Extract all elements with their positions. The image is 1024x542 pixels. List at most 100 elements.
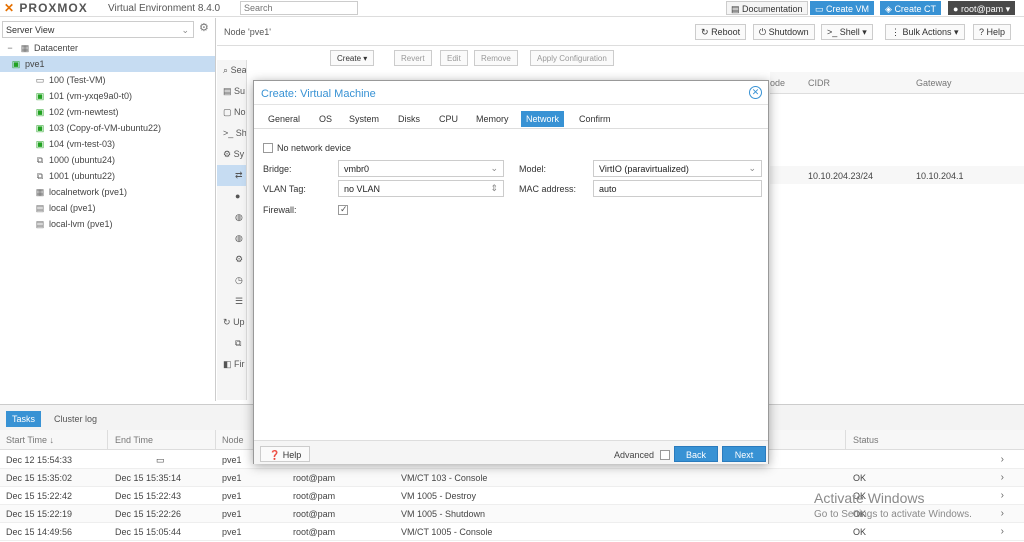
- menu-firewall[interactable]: ◧ Fir: [217, 354, 246, 375]
- chevron-right-icon[interactable]: ›: [1001, 490, 1004, 501]
- refresh-icon: ↻: [223, 317, 231, 327]
- chevron-right-icon[interactable]: ›: [1001, 454, 1004, 465]
- tree-item-storage-local-lvm[interactable]: ▤ local-lvm (pve1): [0, 216, 215, 232]
- tree-item-vm-104[interactable]: ▣ 104 (vm-test-03): [0, 136, 215, 152]
- table-row[interactable]: Dec 15 14:49:56 Dec 15 15:05:44 pve1 roo…: [0, 523, 1024, 541]
- column-node[interactable]: Node: [222, 435, 244, 445]
- remove-button[interactable]: Remove: [474, 50, 518, 66]
- help-button[interactable]: ? Help: [973, 24, 1012, 40]
- apply-configuration-button[interactable]: Apply Configuration: [530, 50, 614, 66]
- storage-icon: ▤: [35, 219, 45, 229]
- edit-button[interactable]: Edit: [440, 50, 468, 66]
- dialog-titlebar[interactable]: Create: Virtual Machine ✕: [254, 81, 768, 105]
- column-divider: [845, 430, 846, 450]
- shutdown-button[interactable]: ⏻ Shutdown: [753, 24, 815, 40]
- column-status[interactable]: Status: [853, 435, 879, 445]
- spinner-icon[interactable]: ⇕: [490, 183, 498, 194]
- tree-item-template-1000[interactable]: ⧉ 1000 (ubuntu24): [0, 152, 215, 168]
- tree-item-localnetwork[interactable]: ▦ localnetwork (pve1): [0, 184, 215, 200]
- tree-item-vm-101[interactable]: ▣ 101 (vm-yxqe9a0-t0): [0, 88, 215, 104]
- search-icon: ⌕: [223, 65, 229, 75]
- menu-repositories[interactable]: ⧉: [217, 333, 246, 354]
- tree-item-vm-103[interactable]: ▣ 103 (Copy-of-VM-ubuntu22): [0, 120, 215, 136]
- tree-item-storage-local[interactable]: ▤ local (pve1): [0, 200, 215, 216]
- column-start-time[interactable]: Start Time ↓: [6, 435, 54, 445]
- menu-shell[interactable]: >_ Sh: [217, 123, 246, 144]
- menu-system[interactable]: ⚙ Sy: [217, 144, 246, 165]
- node-cell: pve1: [222, 491, 242, 501]
- tab-os[interactable]: OS: [314, 111, 337, 127]
- menu-syslog[interactable]: ☰: [217, 291, 246, 312]
- start-time-cell: Dec 15 15:22:42: [6, 491, 73, 501]
- revert-button[interactable]: Revert: [394, 50, 432, 66]
- firewall-checkbox[interactable]: [338, 204, 348, 215]
- column-end-time[interactable]: End Time: [115, 435, 153, 445]
- node-cell: pve1: [222, 509, 242, 519]
- bulk-actions-button[interactable]: ⋮ Bulk Actions ▾: [885, 24, 965, 40]
- menu-network[interactable]: ⇄: [217, 165, 246, 186]
- bridge-select[interactable]: vmbr0 ⌄: [338, 160, 504, 177]
- network-grid-row[interactable]: 10.10.204.23/24 10.10.204.1: [770, 166, 1024, 184]
- menu-time[interactable]: ◷: [217, 270, 246, 291]
- menu-certificates[interactable]: ●: [217, 186, 246, 207]
- server-view-select[interactable]: Server View ⌄: [2, 21, 194, 38]
- firewall-label: Firewall:: [263, 205, 297, 215]
- menu-summary[interactable]: ▤ Su: [217, 81, 246, 102]
- no-network-checkbox[interactable]: [263, 143, 273, 153]
- gear-icon[interactable]: ⚙: [199, 21, 209, 34]
- help-button[interactable]: ❓ Help: [260, 446, 311, 462]
- tab-confirm[interactable]: Confirm: [574, 111, 616, 127]
- menu-notes[interactable]: ▢ No: [217, 102, 246, 123]
- table-row[interactable]: Dec 15 15:35:02 Dec 15 15:35:14 pve1 roo…: [0, 469, 1024, 487]
- collapse-icon[interactable]: −: [4, 40, 16, 56]
- global-search-input[interactable]: [240, 1, 358, 15]
- tab-cluster-log[interactable]: Cluster log: [48, 411, 103, 427]
- menu-hosts[interactable]: ◍: [217, 228, 246, 249]
- cube-icon: ◈: [885, 4, 892, 14]
- advanced-label: Advanced: [614, 450, 655, 460]
- shell-button[interactable]: >_ Shell ▾: [821, 24, 873, 40]
- model-select[interactable]: VirtIO (paravirtualized) ⌄: [593, 160, 762, 177]
- back-button[interactable]: Back: [674, 446, 718, 462]
- advanced-checkbox[interactable]: [660, 450, 670, 460]
- vlan-tag-stepper[interactable]: no VLAN ⇕: [338, 180, 504, 197]
- tree-item-vm-100[interactable]: ▭ 100 (Test-VM): [0, 72, 215, 88]
- tab-system[interactable]: System: [344, 111, 384, 127]
- tab-network[interactable]: Network: [521, 111, 565, 127]
- mac-address-input[interactable]: auto: [593, 180, 762, 197]
- tree-item-datacenter[interactable]: − ▦ Datacenter: [0, 40, 215, 56]
- status-cell: OK: [853, 527, 867, 537]
- close-icon[interactable]: ✕: [749, 86, 762, 99]
- tab-cpu[interactable]: CPU: [434, 111, 463, 127]
- description-cell: VM/CT 1005 - Console: [401, 527, 493, 537]
- menu-options[interactable]: ⚙: [217, 249, 246, 270]
- tab-memory[interactable]: Memory: [471, 111, 514, 127]
- documentation-button[interactable]: ▤ Documentation: [726, 1, 808, 15]
- chevron-right-icon[interactable]: ›: [1001, 526, 1004, 537]
- wizard-tabs: General OS System Disks CPU Memory Netwo…: [254, 109, 768, 129]
- chevron-right-icon[interactable]: ›: [1001, 472, 1004, 483]
- tree-item-pve1[interactable]: ▣ pve1: [0, 56, 215, 72]
- menu-updates[interactable]: ↻ Up: [217, 312, 246, 333]
- tree-item-template-1001[interactable]: ⧉ 1001 (ubuntu22): [0, 168, 215, 184]
- vm-running-icon: ▣: [35, 123, 45, 133]
- tab-disks[interactable]: Disks: [393, 111, 425, 127]
- column-cidr: CIDR: [808, 78, 830, 88]
- tab-tasks[interactable]: Tasks: [6, 411, 42, 427]
- menu-search[interactable]: ⌕ Search: [217, 60, 246, 81]
- column-divider: [215, 430, 216, 450]
- end-time-cell: Dec 15 15:35:14: [115, 473, 182, 483]
- tree-item-vm-102[interactable]: ▣ 102 (vm-newtest): [0, 104, 215, 120]
- create-vm-button[interactable]: ▭ Create VM: [810, 1, 875, 15]
- tab-general[interactable]: General: [263, 111, 305, 127]
- user-menu-button[interactable]: ● root@pam ▾: [948, 1, 1016, 15]
- globe-icon: ◍: [235, 233, 243, 243]
- description-cell: VM/CT 103 - Console: [401, 473, 488, 483]
- reboot-button[interactable]: ↻ Reboot: [695, 24, 747, 40]
- next-button[interactable]: Next: [722, 446, 766, 462]
- chevron-right-icon[interactable]: ›: [1001, 508, 1004, 519]
- user-icon: ●: [953, 4, 959, 14]
- create-network-button[interactable]: Create ▾: [330, 50, 375, 66]
- menu-dns[interactable]: ◍: [217, 207, 246, 228]
- create-ct-button[interactable]: ◈ Create CT: [880, 1, 941, 15]
